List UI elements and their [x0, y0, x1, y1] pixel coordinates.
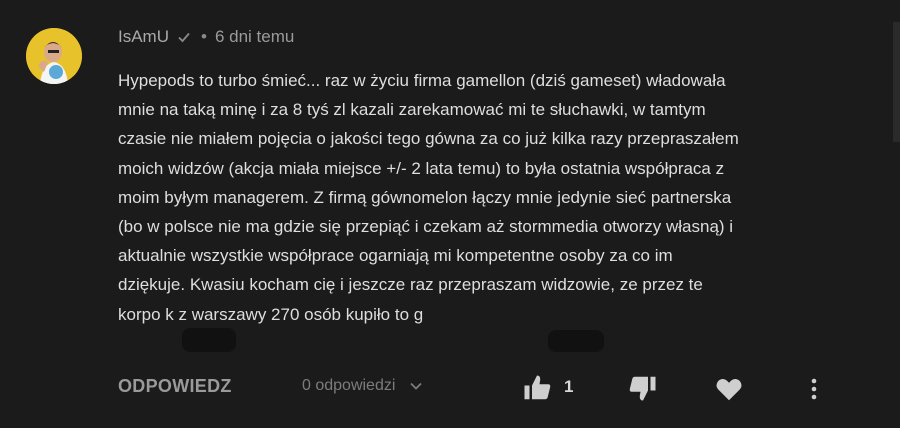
thumbs-down-icon — [628, 373, 658, 403]
heart-button[interactable] — [714, 374, 744, 404]
avatar[interactable] — [26, 28, 82, 84]
check-icon — [177, 30, 191, 44]
like-count: 1 — [564, 377, 574, 396]
chevron-down-icon — [409, 379, 423, 393]
replies-count-label: 0 odpowiedzi — [302, 377, 396, 394]
reply-button[interactable]: ODPOWIEDZ — [118, 376, 232, 397]
heart-icon — [714, 374, 744, 404]
comment: IsAmU • 6 dni temu Hypepods to turbo śmi… — [0, 0, 900, 428]
more-options-button[interactable] — [804, 374, 824, 404]
like-button[interactable] — [522, 373, 552, 403]
scrollbar[interactable] — [893, 22, 900, 142]
avatar-image — [26, 28, 82, 84]
thumbs-up-icon — [522, 373, 552, 403]
redaction-block — [548, 330, 604, 352]
replies-toggle[interactable]: 0 odpowiedzi — [302, 377, 423, 395]
separator: • — [201, 27, 207, 46]
more-vertical-icon — [804, 374, 824, 404]
redaction-block — [182, 328, 236, 352]
author-name[interactable]: IsAmU — [118, 27, 169, 47]
timestamp[interactable]: 6 dni temu — [215, 27, 294, 47]
comment-actions: ODPOWIEDZ 0 odpowiedzi 1 — [118, 373, 838, 406]
comment-text: Hypepods to turbo śmieć... raz w życiu f… — [118, 71, 739, 324]
comment-header: IsAmU • 6 dni temu — [118, 27, 294, 47]
dislike-button[interactable] — [628, 373, 658, 403]
